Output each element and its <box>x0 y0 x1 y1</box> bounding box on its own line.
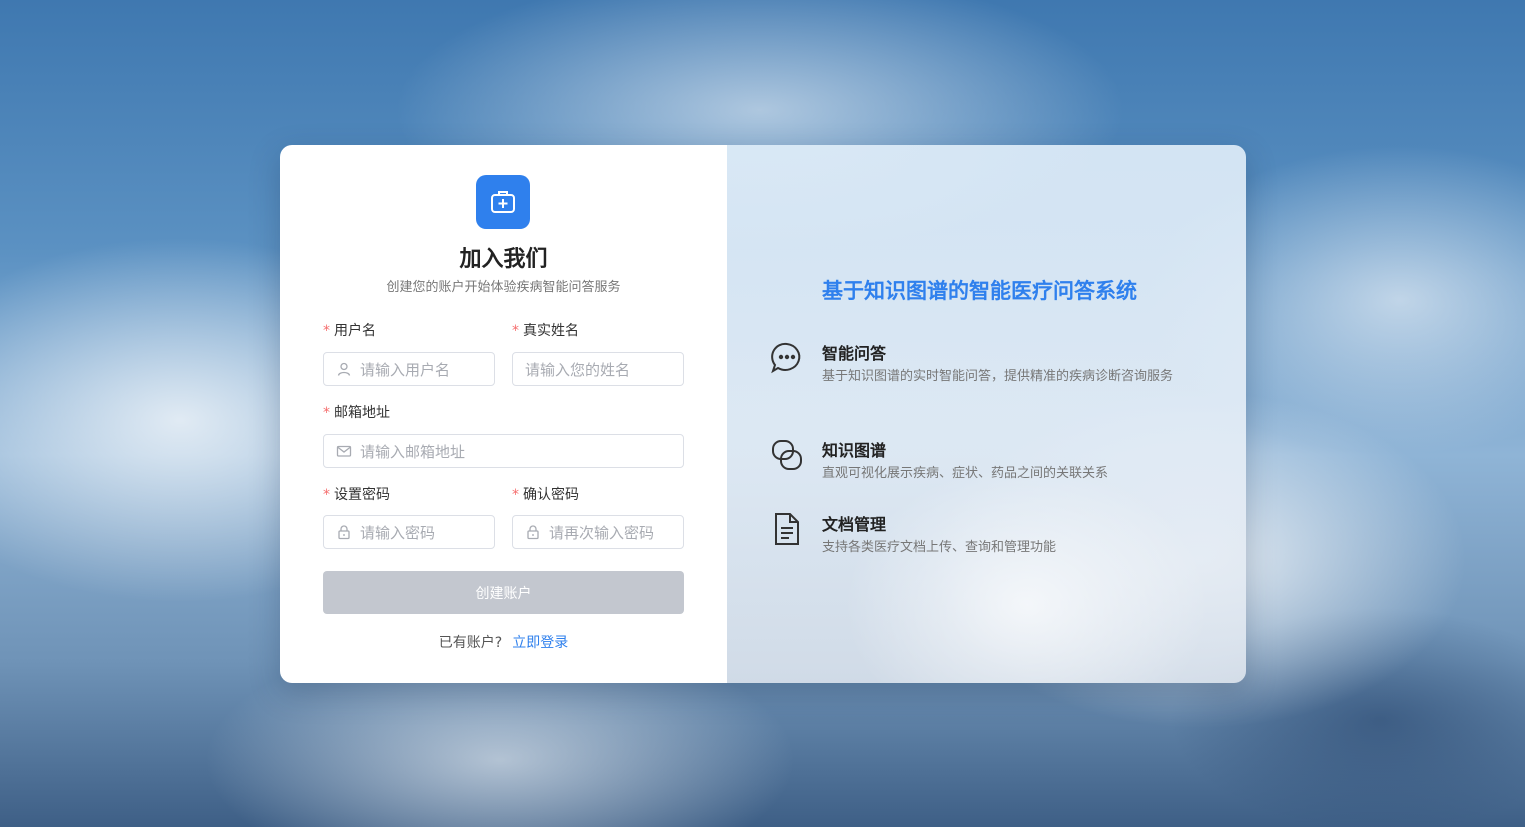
email-label: * 邮箱地址 <box>323 405 390 421</box>
feature-title: 智能问答 <box>822 344 887 363</box>
password-label: * 设置密码 <box>323 487 390 503</box>
document-icon <box>769 511 805 547</box>
username-label: * 用户名 <box>323 323 376 339</box>
register-form-panel: 加入我们 创建您的账户开始体验疾病智能问答服务 * 用户名 请输入用户名 * 真实姓… <box>280 145 727 683</box>
realname-placeholder: 请输入您的姓名 <box>525 360 631 379</box>
email-input[interactable]: 请输入邮箱地址 <box>323 434 684 468</box>
system-title: 基于知识图谱的智能医疗问答系统 <box>822 279 1137 303</box>
feature-desc: 直观可视化展示疾病、症状、药品之间的关联关系 <box>822 466 1109 481</box>
password-input[interactable]: 请输入密码 <box>323 515 495 549</box>
mail-icon <box>336 443 352 459</box>
user-icon <box>336 361 352 377</box>
has-account-text: 已有账户? <box>438 635 503 651</box>
required-mark: * <box>512 323 519 339</box>
username-placeholder: 请输入用户名 <box>360 360 451 379</box>
password-placeholder: 请输入密码 <box>360 523 436 542</box>
username-input[interactable]: 请输入用户名 <box>323 352 495 386</box>
medical-kit-icon <box>476 175 530 229</box>
required-mark: * <box>323 405 330 421</box>
login-prompt: 已有账户? 立即登录 <box>280 632 727 652</box>
required-mark: * <box>323 323 330 339</box>
feature-title: 文档管理 <box>822 515 887 534</box>
email-placeholder: 请输入邮箱地址 <box>360 442 466 461</box>
confirm-password-input[interactable]: 请再次输入密码 <box>512 515 684 549</box>
link-icon <box>769 437 805 473</box>
lock-icon <box>336 524 352 540</box>
feature-desc: 基于知识图谱的实时智能问答，提供精准的疾病诊断咨询服务 <box>822 369 1174 384</box>
chat-bubble-icon <box>769 340 805 376</box>
realname-input[interactable]: 请输入您的姓名 <box>512 352 684 386</box>
login-link[interactable]: 立即登录 <box>512 635 568 651</box>
feature-desc: 支持各类医疗文档上传、查询和管理功能 <box>822 540 1057 555</box>
confirm-password-label: * 确认密码 <box>512 487 579 503</box>
required-mark: * <box>512 487 519 503</box>
confirm-password-placeholder: 请再次输入密码 <box>549 523 655 542</box>
register-card: 加入我们 创建您的账户开始体验疾病智能问答服务 * 用户名 请输入用户名 * 真实姓… <box>280 145 1246 683</box>
feature-title: 知识图谱 <box>822 441 887 460</box>
info-panel: 基于知识图谱的智能医疗问答系统 智能问答 基于知识图谱的实时智能问答，提供精准的… <box>727 145 1246 683</box>
required-mark: * <box>323 487 330 503</box>
lock-icon <box>525 524 541 540</box>
page-subtitle: 创建您的账户开始体验疾病智能问答服务 <box>386 280 621 295</box>
realname-label: * 真实姓名 <box>512 323 579 339</box>
create-account-button[interactable]: 创建账户 <box>323 571 684 614</box>
page-title: 加入我们 <box>459 247 548 272</box>
